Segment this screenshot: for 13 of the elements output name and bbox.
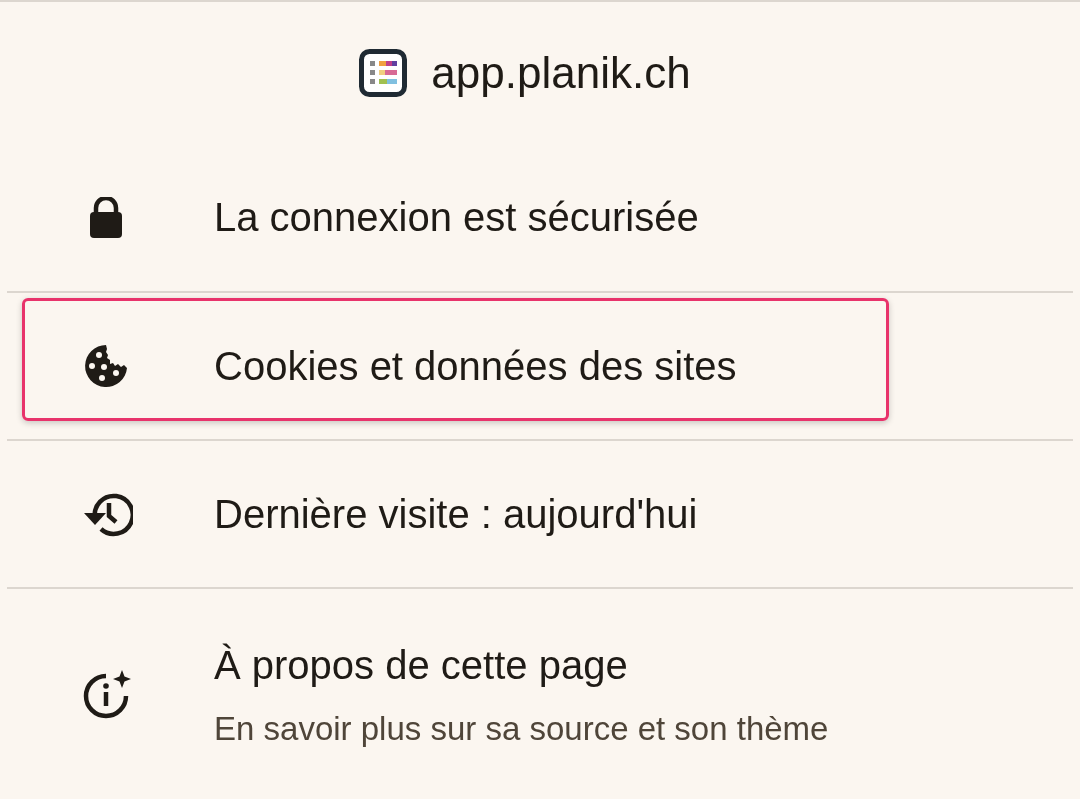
menu-item[interactable]: Dernière visite : aujourd'hui — [0, 441, 1080, 587]
item-title: La connexion est sécurisée — [214, 195, 699, 240]
site-address: app.planik.ch — [431, 48, 691, 98]
menu-item[interactable]: À propos de cette page En savoir plus sur sa source et son thème — [0, 589, 1080, 799]
item-subtitle: En savoir plus sur sa source et son thème — [214, 709, 829, 748]
item-title: Cookies et données des sites — [214, 343, 737, 389]
menu-item[interactable]: La connexion est sécurisée — [0, 144, 1080, 291]
site-favicon-icon — [359, 49, 408, 97]
menu-item[interactable]: Cookies et données des sites — [0, 293, 1080, 439]
cookie-icon — [83, 343, 129, 389]
item-title: À propos de cette page — [214, 642, 629, 688]
item-title: Dernière visite : aujourd'hui — [214, 491, 698, 537]
lock-icon — [88, 196, 124, 239]
